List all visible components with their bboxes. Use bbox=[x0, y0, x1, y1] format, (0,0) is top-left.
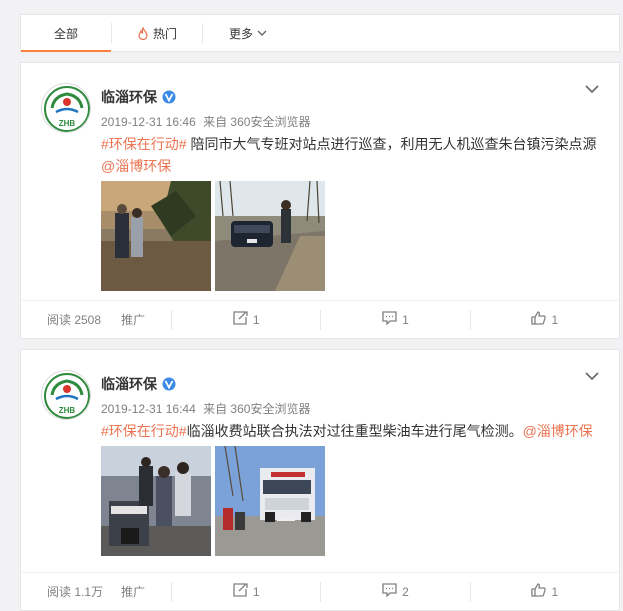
flame-icon bbox=[137, 26, 149, 40]
post-source: 来自 360安全浏览器 bbox=[203, 402, 311, 416]
promote-button[interactable]: 推广 bbox=[121, 583, 171, 600]
promote-button[interactable]: 推广 bbox=[121, 311, 171, 328]
read-count: 阅读 1.1万 bbox=[21, 583, 121, 600]
avatar[interactable]: ZHB bbox=[41, 370, 91, 420]
post-images bbox=[101, 446, 325, 556]
avatar[interactable]: ZHB bbox=[41, 83, 91, 133]
promote-label: 推广 bbox=[121, 313, 146, 327]
tab-more-label: 更多 bbox=[228, 26, 253, 41]
post-meta: 2019-12-31 16:44 来自 360安全浏览器 bbox=[101, 400, 310, 417]
post-photo[interactable] bbox=[215, 446, 325, 556]
weibo-post: ZHB 临淄环保 2019-12-31 16:46 来自 360安全浏览器 #环… bbox=[20, 62, 620, 339]
read-count-label: 阅读 2508 bbox=[47, 313, 102, 327]
comment-icon bbox=[382, 583, 397, 600]
like-button[interactable]: 1 bbox=[471, 311, 619, 328]
svg-text:ZHB: ZHB bbox=[59, 406, 76, 415]
author-row: 临淄环保 bbox=[101, 374, 176, 394]
tab-hot-label: 热门 bbox=[152, 26, 177, 41]
author-row: 临淄环保 bbox=[101, 87, 176, 107]
post-images bbox=[101, 181, 325, 291]
post-menu-chevron-icon[interactable] bbox=[585, 83, 599, 97]
comment-count: 1 bbox=[402, 312, 409, 327]
zhb-logo-icon: ZHB bbox=[44, 86, 90, 132]
like-button[interactable]: 1 bbox=[471, 583, 619, 600]
read-count-label: 阅读 1.1万 bbox=[47, 585, 104, 599]
read-count: 阅读 2508 bbox=[21, 311, 121, 328]
tab-hot[interactable]: 热门 bbox=[112, 15, 202, 51]
chevron-down-icon bbox=[257, 30, 267, 37]
repost-button[interactable]: 1 bbox=[172, 583, 320, 600]
post-actions: 阅读 2508 推广 1 1 1 bbox=[21, 300, 619, 338]
repost-count: 1 bbox=[252, 312, 260, 327]
post-photo[interactable] bbox=[101, 446, 211, 556]
thumbs-up-icon bbox=[531, 583, 547, 600]
post-date[interactable]: 2019-12-31 16:46 bbox=[101, 115, 196, 129]
tab-more[interactable]: 更多 bbox=[203, 15, 293, 51]
post-text: #环保在行动# 陪同市大气专班对站点进行巡查，利用无人机巡查朱台镇污染点源 @淄… bbox=[101, 133, 611, 177]
svg-text:ZHB: ZHB bbox=[59, 119, 76, 128]
mention-link[interactable]: @淄博环保 bbox=[101, 158, 171, 174]
comment-icon bbox=[382, 311, 397, 328]
feed-tabs: 全部 热门 更多 bbox=[20, 14, 620, 52]
topic-link[interactable]: #环保在行动# bbox=[101, 423, 187, 439]
comment-button[interactable]: 2 bbox=[321, 583, 469, 600]
tab-all[interactable]: 全部 bbox=[21, 15, 111, 52]
post-body: 陪同市大气专班对站点进行巡查，利用无人机巡查朱台镇污染点源 bbox=[186, 136, 597, 152]
author-name[interactable]: 临淄环保 bbox=[101, 374, 157, 394]
post-meta: 2019-12-31 16:46 来自 360安全浏览器 bbox=[101, 113, 310, 130]
post-date[interactable]: 2019-12-31 16:44 bbox=[101, 402, 196, 416]
post-photo[interactable] bbox=[215, 181, 325, 291]
thumbs-up-icon bbox=[531, 311, 547, 328]
post-source: 来自 360安全浏览器 bbox=[203, 115, 311, 129]
repost-button[interactable]: 1 bbox=[172, 311, 320, 328]
repost-icon bbox=[233, 583, 248, 600]
verified-icon bbox=[162, 90, 176, 104]
tab-all-label: 全部 bbox=[53, 26, 78, 41]
zhb-logo-icon: ZHB bbox=[44, 373, 90, 419]
like-count: 1 bbox=[551, 584, 559, 599]
comment-count: 2 bbox=[402, 584, 409, 599]
repost-icon bbox=[233, 311, 248, 328]
promote-label: 推广 bbox=[121, 585, 146, 599]
topic-link[interactable]: #环保在行动# bbox=[101, 136, 187, 152]
mention-link[interactable]: @淄博环保 bbox=[523, 423, 593, 439]
repost-count: 1 bbox=[252, 584, 260, 599]
comment-button[interactable]: 1 bbox=[321, 311, 469, 328]
post-text: #环保在行动#临淄收费站联合执法对过往重型柴油车进行尾气检测。@淄博环保 bbox=[101, 420, 611, 442]
post-photo[interactable] bbox=[101, 181, 211, 291]
post-body: 临淄收费站联合执法对过往重型柴油车进行尾气检测。 bbox=[186, 423, 523, 439]
verified-icon bbox=[162, 377, 176, 391]
post-actions: 阅读 1.1万 推广 1 2 1 bbox=[21, 572, 619, 610]
like-count: 1 bbox=[551, 312, 559, 327]
weibo-post: ZHB 临淄环保 2019-12-31 16:44 来自 360安全浏览器 #环… bbox=[20, 349, 620, 611]
post-menu-chevron-icon[interactable] bbox=[585, 370, 599, 384]
author-name[interactable]: 临淄环保 bbox=[101, 87, 157, 107]
